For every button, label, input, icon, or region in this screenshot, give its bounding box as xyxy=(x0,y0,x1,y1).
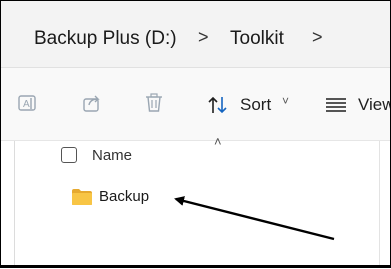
svg-text:A: A xyxy=(23,99,30,110)
sort-label: Sort xyxy=(240,95,272,114)
list-item[interactable]: Backup xyxy=(71,184,181,210)
select-all-checkbox[interactable] xyxy=(61,147,77,163)
sort-icon xyxy=(207,94,229,116)
address-bar[interactable]: Backup Plus (D:) > Toolkit > xyxy=(1,1,390,68)
share-icon[interactable] xyxy=(81,92,103,114)
breadcrumb-separator-icon[interactable]: > xyxy=(312,27,323,48)
breadcrumb-separator-icon[interactable]: > xyxy=(198,27,209,48)
list-item-label: Backup xyxy=(99,188,150,205)
breadcrumb-item-drive[interactable]: Backup Plus (D:) xyxy=(34,28,177,50)
view-button[interactable]: View xyxy=(326,92,391,118)
navigation-pane-divider[interactable] xyxy=(14,141,15,265)
column-header-name[interactable]: Name xyxy=(92,147,132,164)
rename-icon[interactable]: A xyxy=(17,92,39,114)
breadcrumb-item-folder[interactable]: Toolkit xyxy=(230,28,284,50)
chevron-down-icon: ˅ xyxy=(282,94,290,108)
file-explorer-window: Backup Plus (D:) > Toolkit > A Sort ˅ Vi… xyxy=(0,0,391,268)
sort-ascending-icon: ˄ xyxy=(214,134,222,149)
view-icon xyxy=(326,98,346,112)
column-divider[interactable] xyxy=(379,141,380,265)
delete-icon[interactable] xyxy=(143,92,165,114)
view-label: View xyxy=(358,95,391,114)
folder-icon xyxy=(71,188,93,206)
file-list xyxy=(1,141,390,265)
command-toolbar: A Sort ˅ View xyxy=(1,68,390,141)
